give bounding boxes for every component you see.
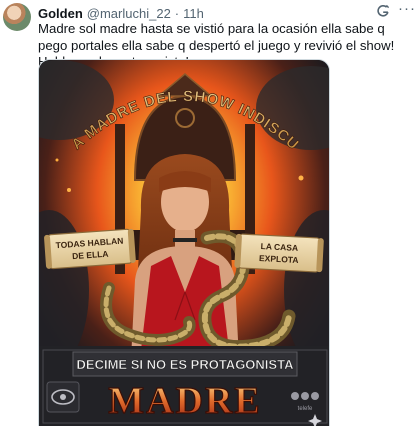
banner-line: DECIME SI NO ES PROTAGONISTA: [77, 357, 295, 372]
tweet-header: Golden @marluchi_22 · 11h: [38, 4, 412, 22]
left-scroll-banner: TODAS HABLAN DE ELLA: [44, 228, 136, 270]
grok-icon[interactable]: [376, 4, 390, 18]
banner-madre: MADRE: [108, 380, 262, 422]
telefe-label: telefe: [298, 406, 313, 412]
more-options-button[interactable]: ···: [398, 1, 416, 18]
author-avatar[interactable]: [3, 3, 31, 31]
bottom-banner: DECIME SI NO ES PROTAGONISTA MADRE: [39, 346, 329, 426]
right-scroll-line-2: EXPLOTA: [259, 253, 299, 265]
eye-logo-icon: [46, 381, 80, 413]
right-scroll-banner: LA CASA EXPLOTA: [234, 233, 324, 273]
right-scroll-line-1: LA CASA: [260, 241, 298, 253]
tweet-timestamp[interactable]: 11h: [183, 6, 204, 21]
author-handle[interactable]: @marluchi_22: [87, 6, 171, 21]
author-name[interactable]: Golden: [38, 6, 83, 21]
tweet-media-image[interactable]: REINA MADRE DEL SHOW INDISCUTIDA TODAS H…: [38, 59, 330, 426]
separator-dot: ·: [174, 5, 180, 21]
